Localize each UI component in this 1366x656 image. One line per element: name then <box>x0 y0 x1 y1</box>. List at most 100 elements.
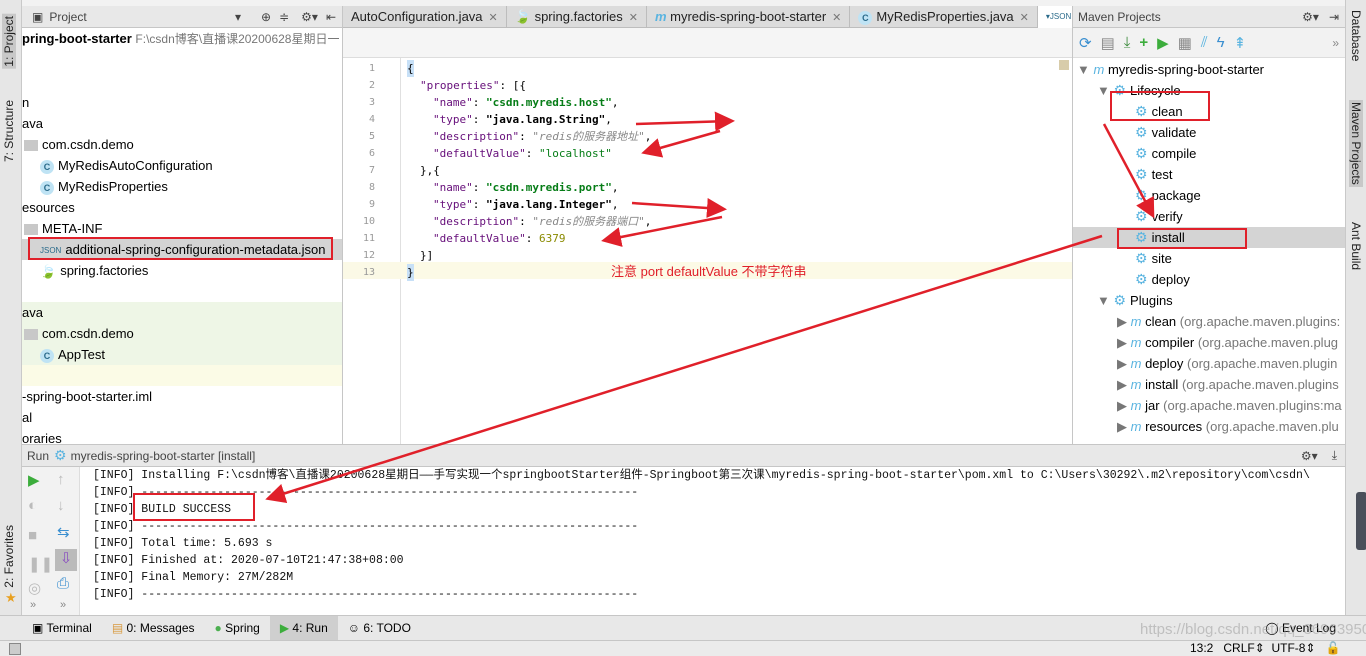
lifecycle-validate[interactable]: ⚙ validate <box>1135 122 1196 143</box>
tab-terminal[interactable]: ▣ Terminal <box>22 616 102 641</box>
tree-item[interactable]: C AppTest <box>22 344 342 365</box>
caret-position[interactable]: 13:2 <box>1190 641 1213 655</box>
scroll-to-end-icon[interactable]: ⇩ <box>55 549 77 571</box>
gear-icon[interactable]: ⚙▾ <box>301 10 318 24</box>
rerun-icon[interactable]: ▶ <box>28 471 40 489</box>
gear-icon[interactable]: ⚙▾ <box>1301 449 1318 463</box>
tab-spring[interactable]: ● Spring <box>205 616 270 641</box>
code-line[interactable]: } <box>407 264 414 281</box>
plugin-install[interactable]: ▶ m install (org.apache.maven.plugins <box>1117 374 1339 395</box>
tree-item[interactable]: -spring-boot-starter.iml <box>22 386 342 407</box>
tree-item[interactable]: 🍃 spring.factories <box>22 260 342 281</box>
code-line[interactable]: },{ <box>420 162 440 179</box>
tree-root[interactable]: pring-boot-starter F:\csdn博客\直播课20200628… <box>22 28 342 49</box>
code-line[interactable]: "type": "java.lang.Integer", <box>433 196 618 213</box>
hide-icon[interactable]: ⇤ <box>326 10 336 24</box>
tree-item[interactable]: C MyRedisAutoConfiguration <box>22 155 342 176</box>
lifecycle-verify[interactable]: ⚙ verify <box>1135 206 1183 227</box>
tree-item[interactable]: ava <box>22 113 342 134</box>
tab-structure[interactable]: 7: Structure <box>2 100 16 162</box>
tree-item[interactable]: oraries <box>22 428 342 444</box>
tab-autoconfiguration[interactable]: AutoConfiguration.java ✕ <box>343 6 507 28</box>
code-line[interactable]: "description": "redis的服务器地址", <box>433 128 651 145</box>
collapse-all-icon[interactable]: ⇞ <box>1234 34 1247 52</box>
tree-item[interactable]: com.csdn.demo <box>22 323 342 344</box>
more-icon[interactable]: » <box>1332 36 1339 50</box>
lifecycle-deploy[interactable]: ⚙ deploy <box>1135 269 1190 290</box>
soft-wrap-icon[interactable]: ⇆ <box>57 523 70 541</box>
plugin-resources[interactable]: ▶ m resources (org.apache.maven.plu <box>1117 416 1339 437</box>
close-icon[interactable]: ✕ <box>1020 12 1029 24</box>
tab-database[interactable]: Database <box>1349 10 1363 61</box>
print-icon[interactable]: ⎙ <box>57 575 69 592</box>
maven-project[interactable]: ▼ m myredis-spring-boot-starter <box>1077 59 1264 80</box>
code-line[interactable]: { <box>407 60 414 77</box>
debug-icon[interactable]: ◐ <box>28 497 37 514</box>
close-icon[interactable]: ✕ <box>832 12 841 24</box>
tab-messages[interactable]: ▤ 0: Messages <box>102 616 205 641</box>
tab-favorites[interactable]: 2: Favorites <box>2 525 16 588</box>
lifecycle-package[interactable]: ⚙ package <box>1135 185 1201 206</box>
hide-icon[interactable]: ⇥ <box>1329 10 1339 24</box>
more-icon[interactable]: » <box>60 599 66 611</box>
more-icon[interactable]: » <box>30 599 36 611</box>
tree-item[interactable]: esources <box>22 197 342 218</box>
tool-windows-icon[interactable] <box>9 643 21 655</box>
tree-item[interactable]: ava <box>22 302 342 323</box>
tree-item[interactable]: com.csdn.demo <box>22 134 342 155</box>
plugin-deploy[interactable]: ▶ m deploy (org.apache.maven.plugin <box>1117 353 1337 374</box>
code-line[interactable]: "name": "csdn.myredis.host", <box>433 94 618 111</box>
tab-run[interactable]: ▶ 4: Run <box>269 615 338 641</box>
locate-icon[interactable]: ⊕ <box>261 10 271 24</box>
maven-plugins[interactable]: ▼ ⚙ Plugins <box>1097 290 1173 311</box>
code-line[interactable]: }] <box>420 247 433 264</box>
lifecycle-compile[interactable]: ⚙ compile <box>1135 143 1196 164</box>
tab-ant-build[interactable]: Ant Build <box>1349 222 1363 270</box>
plugin-jar[interactable]: ▶ m jar (org.apache.maven.plugins:ma <box>1117 395 1342 416</box>
run-config-icon[interactable]: ▦ <box>1178 34 1192 52</box>
editor: AutoConfiguration.java ✕ 🍃 spring.factori… <box>343 6 1081 444</box>
code-line[interactable]: "properties": [{ <box>420 77 526 94</box>
encoding[interactable]: UTF-8 <box>1271 641 1305 655</box>
pause-icon[interactable]: ❚❚ <box>28 555 53 573</box>
download-icon[interactable]: ⤓ <box>1124 34 1131 51</box>
collapse-icon[interactable]: ≑ <box>279 10 289 24</box>
dump-icon[interactable]: ◎ <box>28 579 41 597</box>
lifecycle-label: test <box>1151 167 1173 182</box>
tab-maven-projects[interactable]: Maven Projects <box>1349 100 1363 187</box>
tab-project[interactable]: 1: Project <box>2 14 16 69</box>
gear-icon[interactable]: ⚙▾ <box>1302 10 1319 24</box>
run-icon[interactable]: ▶ <box>1157 34 1169 52</box>
code-line[interactable]: "type": "java.lang.String", <box>433 111 612 128</box>
hide-icon[interactable]: ⤓ <box>1332 448 1337 463</box>
tab-pom[interactable]: m myredis-spring-boot-starter ✕ <box>647 6 851 28</box>
tab-myredisproperties[interactable]: C MyRedisProperties.java ✕ <box>850 6 1038 28</box>
tab-todo[interactable]: ☺ 6: TODO <box>338 616 421 641</box>
lock-icon[interactable]: 🔓 <box>1326 641 1341 655</box>
plugin-compiler[interactable]: ▶ m compiler (org.apache.maven.plug <box>1117 332 1338 353</box>
plugin-clean[interactable]: ▶ m clean (org.apache.maven.plugins: <box>1117 311 1340 332</box>
tab-spring-factories[interactable]: 🍃 spring.factories ✕ <box>507 6 647 28</box>
tree-item[interactable]: META-INF <box>22 218 342 239</box>
view-dropdown-icon[interactable]: ▾ <box>235 10 241 24</box>
down-icon[interactable]: ↓ <box>57 497 65 514</box>
close-icon[interactable]: ✕ <box>489 12 498 24</box>
lifecycle-test[interactable]: ⚙ test <box>1135 164 1173 185</box>
lifecycle-site[interactable]: ⚙ site <box>1135 248 1172 269</box>
tree-item[interactable]: C MyRedisProperties <box>22 176 342 197</box>
generate-sources-icon[interactable]: ▤ <box>1101 34 1115 52</box>
code-line[interactable]: "description": "redis的服务器端口", <box>433 213 651 230</box>
line-separator[interactable]: CRLF <box>1223 641 1254 655</box>
up-icon[interactable]: ↑ <box>57 471 65 488</box>
reimport-icon[interactable]: ⟳ <box>1079 34 1092 52</box>
skip-tests-icon[interactable]: ϟ <box>1217 34 1225 51</box>
add-icon[interactable]: + <box>1139 34 1148 51</box>
code-line[interactable]: "defaultValue": 6379 <box>433 230 565 247</box>
toggle-offline-icon[interactable]: ⫽ <box>1201 34 1208 51</box>
tree-item[interactable]: n <box>22 92 342 113</box>
close-icon[interactable]: ✕ <box>629 12 638 24</box>
code-line[interactable]: "defaultValue": "localhost" <box>433 145 612 162</box>
tree-item[interactable]: al <box>22 407 342 428</box>
code-line[interactable]: "name": "csdn.myredis.port", <box>433 179 618 196</box>
stop-icon[interactable]: ■ <box>28 527 37 544</box>
